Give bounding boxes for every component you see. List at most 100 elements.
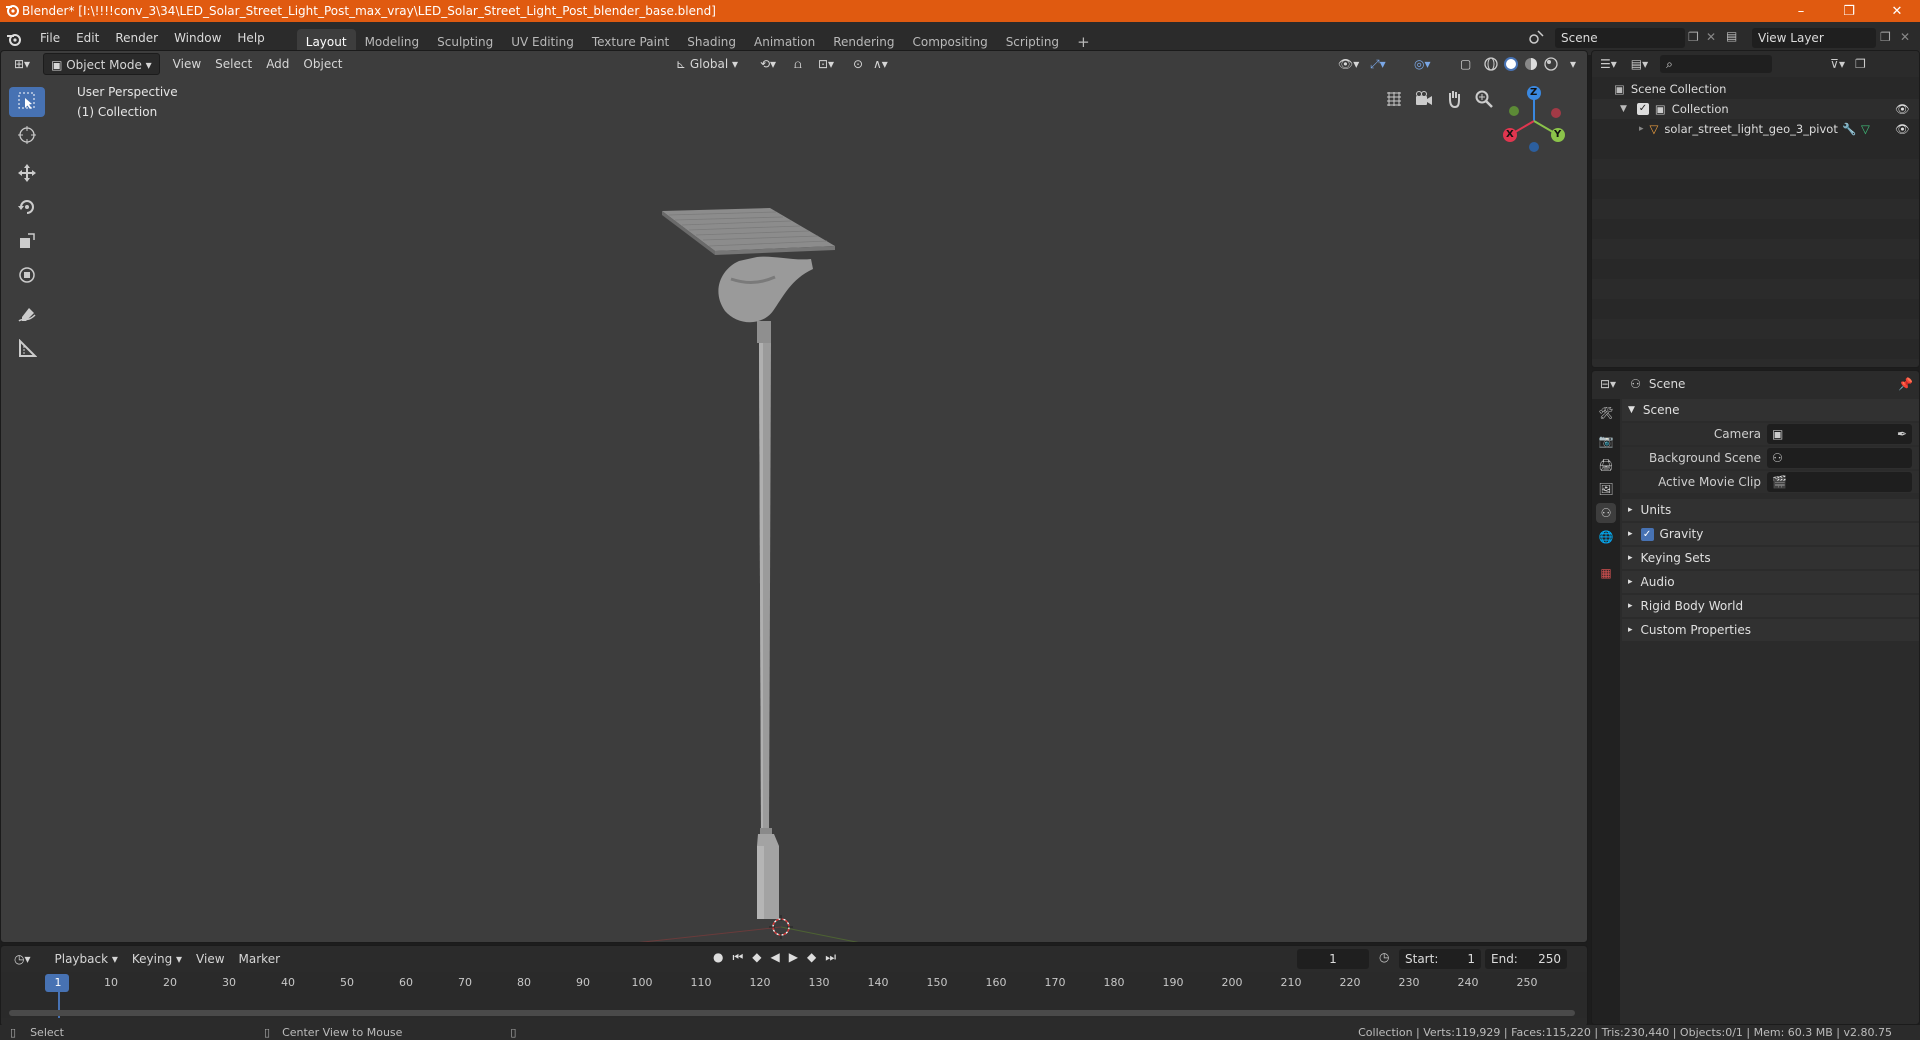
minimize-button[interactable]: – xyxy=(1778,0,1824,22)
blender-menu-icon[interactable] xyxy=(6,29,32,49)
overlays-toggle-icon[interactable]: ◎▾ xyxy=(1407,53,1438,75)
scene-browse-icon[interactable] xyxy=(1528,28,1548,48)
jump-start-icon[interactable]: ⏮ xyxy=(732,950,743,965)
delete-view-layer-icon[interactable]: ✕ xyxy=(1900,30,1910,44)
mesh-data-icon[interactable]: ▽ xyxy=(1861,122,1870,136)
jump-end-icon[interactable]: ⏭ xyxy=(825,950,836,965)
object-visibility-eye-icon[interactable]: 👁 xyxy=(1895,122,1910,136)
shading-options-icon[interactable]: ▾ xyxy=(1563,53,1583,75)
tab-scene-icon[interactable]: ⚇ xyxy=(1596,503,1616,523)
tree-row-scene-collection[interactable]: ▣ Scene Collection xyxy=(1592,79,1919,99)
transform-orientation-dropdown[interactable]: ⊾ Global ▾ xyxy=(669,53,745,75)
play-icon[interactable]: ▶ xyxy=(789,950,798,965)
timeline-scrollbar[interactable] xyxy=(9,1010,1575,1016)
wireframe-shading-icon[interactable] xyxy=(1483,56,1499,72)
tree-row-collection[interactable]: ▼ ✓ ▣ Collection 👁 xyxy=(1592,99,1919,119)
proportional-falloff-icon[interactable]: ∧▾ xyxy=(866,53,895,75)
material-shading-icon[interactable] xyxy=(1523,56,1539,72)
snap-icon[interactable]: ⩍ xyxy=(787,53,809,75)
measure-tool[interactable] xyxy=(9,335,45,365)
tab-tool-icon[interactable]: 🛠 xyxy=(1596,403,1616,423)
delete-scene-icon[interactable]: ✕ xyxy=(1706,30,1716,44)
toggle-view-grid-icon[interactable] xyxy=(1384,89,1404,112)
properties-editor-type-icon[interactable]: ⊟▾ xyxy=(1600,377,1616,391)
display-mode-icon[interactable]: ▤▾ xyxy=(1631,57,1648,71)
mode-dropdown[interactable]: ▣ Object Mode ▾ xyxy=(43,53,160,75)
scene-name-field[interactable]: Scene xyxy=(1555,28,1685,48)
view-layer-browse-icon[interactable]: ▤ xyxy=(1726,29,1737,43)
menu-playback[interactable]: Playback ▾ xyxy=(48,948,125,970)
eyedropper-icon[interactable]: ✒ xyxy=(1897,427,1907,441)
scale-tool[interactable] xyxy=(9,227,45,257)
start-frame-field[interactable]: Start: 1 xyxy=(1399,949,1481,969)
expand-object-icon[interactable]: ▸ xyxy=(1639,124,1644,134)
close-window-button[interactable]: ✕ xyxy=(1874,0,1920,22)
preview-range-clock-icon[interactable]: ◷ xyxy=(1379,950,1389,964)
panel-rigid-body-world[interactable]: ▸ Rigid Body World xyxy=(1622,595,1919,617)
restore-button[interactable]: ❐ xyxy=(1826,0,1872,22)
gizmo-toggle-icon[interactable]: ⤢▾ xyxy=(1363,53,1393,75)
prev-keyframe-icon[interactable]: ◆ xyxy=(752,950,761,965)
tab-view-layer-icon[interactable]: 🖼 xyxy=(1596,479,1616,499)
timeline-track-area[interactable]: 1 10 20 30 40 50 60 70 80 90 100 110 120… xyxy=(1,972,1587,1018)
menu-select[interactable]: Select xyxy=(208,53,259,75)
outliner-search-input[interactable]: ⌕ xyxy=(1660,55,1773,73)
record-icon[interactable]: ● xyxy=(713,950,723,965)
menu-marker[interactable]: Marker xyxy=(232,948,287,970)
menu-add[interactable]: Add xyxy=(259,53,296,75)
menu-view[interactable]: View xyxy=(166,53,208,75)
panel-units[interactable]: ▸ Units xyxy=(1622,499,1919,521)
tab-render-icon[interactable]: 📷 xyxy=(1596,431,1616,451)
new-collection-icon[interactable]: ❐ xyxy=(1855,57,1866,71)
panel-gravity[interactable]: ▸ ✓ Gravity xyxy=(1622,523,1919,545)
outliner-editor-type-icon[interactable]: ☰▾ xyxy=(1600,57,1617,71)
filter-icon[interactable]: ⊽▾ xyxy=(1830,57,1845,71)
background-scene-field[interactable]: ⚇ xyxy=(1767,448,1912,468)
menu-object[interactable]: Object xyxy=(296,53,349,75)
movie-clip-field[interactable]: 🎬 xyxy=(1767,472,1912,492)
tab-output-icon[interactable]: 🖨 xyxy=(1596,455,1616,475)
menu-timeline-view[interactable]: View xyxy=(189,948,231,970)
zoom-view-icon[interactable] xyxy=(1474,89,1494,112)
gravity-checkbox[interactable]: ✓ xyxy=(1640,527,1654,541)
new-scene-icon[interactable]: ❐ xyxy=(1688,30,1699,44)
pivot-point-icon[interactable]: ⟲▾ xyxy=(753,53,783,75)
select-box-tool[interactable] xyxy=(9,87,45,117)
pan-view-icon[interactable] xyxy=(1444,89,1464,112)
camera-field[interactable]: ▣ ✒ xyxy=(1767,424,1912,444)
timeline-editor-type-icon[interactable]: ◷▾ xyxy=(7,948,38,970)
collection-checkbox[interactable]: ✓ xyxy=(1636,103,1649,115)
solar-street-light-model[interactable] xyxy=(561,151,981,943)
current-frame-field[interactable]: 1 xyxy=(1297,949,1369,969)
panel-custom-properties[interactable]: ▸ Custom Properties xyxy=(1622,619,1919,641)
view-layer-field[interactable]: View Layer xyxy=(1752,28,1876,48)
modifier-wrench-icon[interactable]: 🔧 xyxy=(1842,122,1856,136)
3d-viewport[interactable]: ⊞▾ ▣ Object Mode ▾ View Select Add Objec… xyxy=(0,50,1588,943)
transform-tool[interactable] xyxy=(9,261,45,291)
menu-keying[interactable]: Keying ▾ xyxy=(125,948,189,970)
move-tool[interactable] xyxy=(9,159,45,189)
expand-collection-icon[interactable]: ▼ xyxy=(1620,104,1627,114)
solid-shading-icon[interactable] xyxy=(1503,56,1519,72)
camera-view-icon[interactable] xyxy=(1414,89,1434,112)
end-frame-field[interactable]: End: 250 xyxy=(1485,949,1567,969)
cursor-tool[interactable] xyxy=(9,121,45,151)
tree-row-object[interactable]: ▸ ▽ solar_street_light_geo_3_pivot 🔧 ▽ 👁 xyxy=(1592,119,1919,139)
new-view-layer-icon[interactable]: ❐ xyxy=(1880,30,1891,44)
panel-audio[interactable]: ▸ Audio xyxy=(1622,571,1919,593)
pin-icon[interactable]: 📌 xyxy=(1898,377,1913,391)
collection-visibility-eye-icon[interactable]: 👁 xyxy=(1895,102,1910,116)
tab-world-icon[interactable]: 🌐 xyxy=(1596,527,1616,547)
visibility-icon[interactable]: 👁▾ xyxy=(1331,53,1366,75)
xray-toggle-icon[interactable]: ▢ xyxy=(1453,53,1478,75)
tab-texture-icon[interactable]: ▦ xyxy=(1596,563,1616,583)
panel-keying-sets[interactable]: ▸ Keying Sets xyxy=(1622,547,1919,569)
rendered-shading-icon[interactable] xyxy=(1543,56,1559,72)
panel-scene-header[interactable]: ▼ Scene xyxy=(1622,399,1919,421)
annotate-tool[interactable] xyxy=(9,301,45,331)
editor-type-icon[interactable]: ⊞▾ xyxy=(7,53,37,75)
snap-target-icon[interactable]: ⊡▾ xyxy=(811,53,841,75)
next-keyframe-icon[interactable]: ◆ xyxy=(807,950,816,965)
play-reverse-icon[interactable]: ◀ xyxy=(771,950,780,965)
rotate-tool[interactable] xyxy=(9,193,45,223)
